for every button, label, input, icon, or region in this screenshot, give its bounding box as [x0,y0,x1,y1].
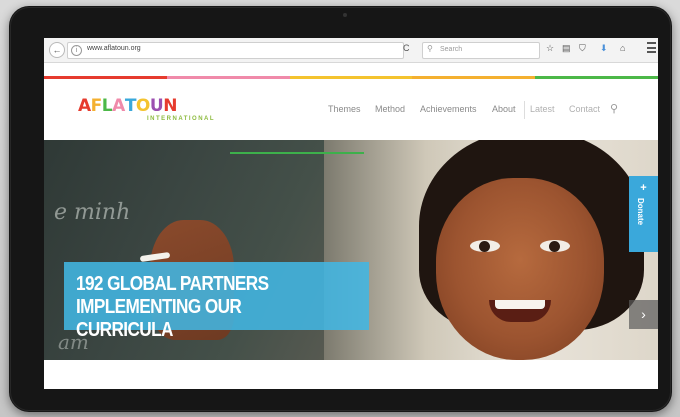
slider-next-icon[interactable]: › [629,300,658,329]
nav-item-achievements[interactable]: Achievements [420,104,477,114]
logo-letter: T [124,96,137,116]
home-icon[interactable]: ⌂ [620,43,625,53]
search-icon: ⚲ [427,44,433,53]
site-header: AFLATOUN INTERNATIONAL Themes Method Ach… [44,79,658,140]
info-icon[interactable]: i [71,45,82,56]
download-icon[interactable]: ⬇ [600,43,608,54]
browser-toolbar: ← i www.aflatoun.org C ⚲ Search ☆ ▤ ⛉ ⬇ … [44,38,658,63]
nav-item-contact[interactable]: Contact [569,104,600,114]
logo-letter: A [112,96,125,116]
left-eye [470,240,500,252]
right-eye [540,240,570,252]
bookmark-star-icon[interactable]: ☆ [546,43,554,54]
hero-accent-line [230,152,364,154]
child-face [436,178,604,360]
content-area [44,360,658,389]
chalk-writing: e minh [54,200,131,225]
plus-icon: + [640,182,647,194]
hero-headline-box: 192 GLOBAL PARTNERS IMPLEMENTING OUR CUR… [64,262,369,341]
search-input[interactable]: ⚲ Search [422,42,540,59]
logo-letter: N [163,96,177,116]
tablet-frame: ← i www.aflatoun.org C ⚲ Search ☆ ▤ ⛉ ⬇ … [9,6,672,412]
reload-icon[interactable]: C [403,43,410,53]
nav-item-about[interactable]: About [492,104,516,114]
nav-item-themes[interactable]: Themes [328,104,361,114]
url-text: www.aflatoun.org [87,45,141,52]
donate-button[interactable]: + Donate [629,176,658,252]
hamburger-menu-icon[interactable] [647,42,656,53]
address-bar[interactable]: i www.aflatoun.org [67,42,404,59]
nav-search-icon[interactable]: ⚲ [610,102,618,115]
logo-letter: F [90,96,103,116]
hero-headline: 192 GLOBAL PARTNERS IMPLEMENTING OUR CUR… [76,273,269,341]
camera-dot [343,13,347,17]
reader-view-icon[interactable]: ▤ [562,43,571,54]
logo-letter: U [149,96,164,116]
hero-slider: e minh am 192 GLOBAL PARTNERS IMPLEMENTI… [44,140,658,360]
back-arrow-icon[interactable]: ← [49,42,65,58]
smile [489,300,551,322]
tablet-screen: ← i www.aflatoun.org C ⚲ Search ☆ ▤ ⛉ ⬇ … [44,38,658,389]
search-placeholder: Search [440,46,463,53]
nav-item-latest[interactable]: Latest [530,104,555,114]
pocket-icon[interactable]: ⛉ [579,43,586,54]
logo-letter: O [135,96,150,116]
aflatoun-logo[interactable]: AFLATOUN [78,97,177,115]
nav-item-method[interactable]: Method [375,104,405,114]
logo-letter: L [101,96,113,116]
logo-letter: A [78,96,91,116]
nav-divider [524,101,525,119]
donate-label: Donate [636,198,645,226]
logo-subtitle: INTERNATIONAL [147,116,216,122]
